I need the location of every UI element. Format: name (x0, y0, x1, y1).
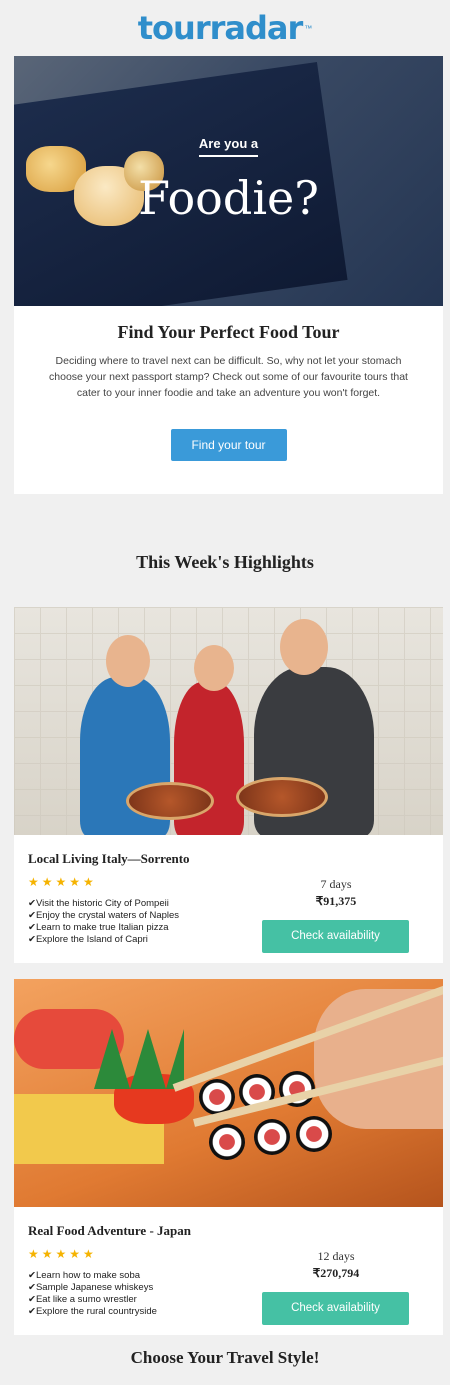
travel-style-title: Choose Your Travel Style! (130, 1348, 320, 1367)
pizza-image (126, 782, 214, 820)
feature-item: Visit the historic City of Pompeii (28, 898, 179, 910)
feature-item: Sample Japanese whiskeys (28, 1282, 157, 1294)
tour-card: Local Living Italy—Sorrento ★★★★★ Visit … (14, 835, 443, 963)
person-head (194, 645, 234, 691)
tour-card: Real Food Adventure - Japan ★★★★★ Learn … (14, 1207, 443, 1335)
intro-section: Find Your Perfect Food Tour Deciding whe… (14, 306, 443, 494)
feature-item: Learn to make true Italian pizza (28, 922, 179, 934)
tour-duration: 12 days (317, 1249, 355, 1263)
feature-item: Explore the rural countryside (28, 1306, 157, 1318)
tour-duration: 7 days (320, 877, 352, 891)
rating-stars: ★★★★★ (28, 1247, 97, 1261)
hero-banner[interactable]: Are you a Foodie? (14, 56, 443, 306)
tour-price: ₹270,794 (312, 1266, 360, 1280)
find-your-tour-button[interactable]: Find your tour (170, 429, 287, 461)
hero-pre-title: Are you a (14, 136, 443, 157)
logo-trademark: ™ (304, 23, 313, 33)
person-head (106, 635, 150, 687)
maki-roll (296, 1116, 332, 1152)
feature-item: Learn how to make soba (28, 1270, 157, 1282)
hero-title: Foodie? (138, 171, 319, 225)
intro-body: Deciding where to travel next can be dif… (49, 355, 408, 399)
intro-heading: Find Your Perfect Food Tour (117, 322, 340, 342)
tourradar-logo[interactable]: tourradar ™ (0, 0, 450, 56)
japan-tour-photo[interactable] (14, 979, 443, 1207)
italy-tour-photo[interactable] (14, 607, 443, 835)
maki-roll (254, 1119, 290, 1155)
feature-item: Enjoy the crystal waters of Naples (28, 910, 179, 922)
maki-roll (209, 1124, 245, 1160)
logo-text: tourradar (137, 9, 303, 47)
feature-item: Eat like a sumo wrestler (28, 1294, 157, 1306)
tour-title[interactable]: Real Food Adventure - Japan (28, 1223, 191, 1239)
check-availability-button[interactable]: Check availability (262, 920, 409, 953)
tour-features: Visit the historic City of Pompeii Enjoy… (28, 898, 179, 946)
check-availability-button[interactable]: Check availability (262, 1292, 409, 1325)
feature-item: Explore the Island of Capri (28, 934, 179, 946)
pizza-image (236, 777, 328, 817)
tour-features: Learn how to make soba Sample Japanese w… (28, 1270, 157, 1318)
tour-title[interactable]: Local Living Italy—Sorrento (28, 851, 190, 867)
rating-stars: ★★★★★ (28, 875, 97, 889)
highlights-title: This Week's Highlights (136, 552, 314, 572)
tour-price: ₹91,375 (315, 894, 357, 908)
person-head (280, 619, 328, 675)
